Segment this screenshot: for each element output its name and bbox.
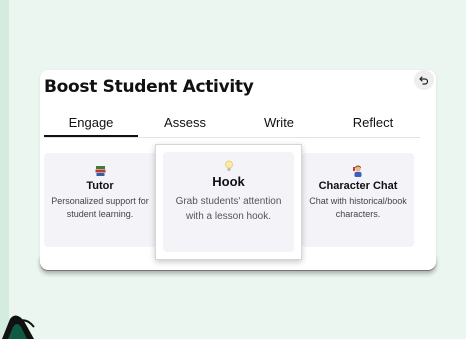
tab-reflect[interactable]: Reflect <box>326 112 420 137</box>
undo-icon <box>419 76 429 85</box>
left-accent-stripe <box>0 0 9 339</box>
tab-engage[interactable]: Engage <box>44 112 138 137</box>
tool-title: Hook <box>212 174 245 189</box>
tool-description: Chat with historical/book <box>309 196 407 206</box>
tool-title: Tutor <box>86 180 114 192</box>
tool-description: Grab students' attention <box>175 196 282 207</box>
lightbulb-icon <box>163 160 294 172</box>
books-icon <box>44 165 156 177</box>
tool-description: Personalized support for <box>51 196 149 206</box>
tool-title: Character Chat <box>318 180 398 192</box>
tool-description: characters. <box>335 209 381 219</box>
tool-card-tutor[interactable]: Tutor Personalized support for student l… <box>44 153 156 247</box>
tool-description: student learning. <box>66 209 134 219</box>
tool-description: with a lesson hook. <box>185 211 272 222</box>
tool-card-hook[interactable]: Hook Grab students' attention with a les… <box>155 144 302 260</box>
tab-assess[interactable]: Assess <box>138 112 232 137</box>
tab-write[interactable]: Write <box>232 112 326 137</box>
tool-card-character-chat[interactable]: Character Chat Chat with historical/book… <box>302 153 414 247</box>
character-icon <box>302 165 414 177</box>
undo-button[interactable] <box>414 70 434 90</box>
panel-title: Boost Student Activity <box>44 77 254 97</box>
tab-bar: Engage Assess Write Reflect <box>44 112 420 138</box>
tool-card-hook-body: Hook Grab students' attention with a les… <box>163 152 294 252</box>
mascot-logo-icon <box>2 315 35 339</box>
